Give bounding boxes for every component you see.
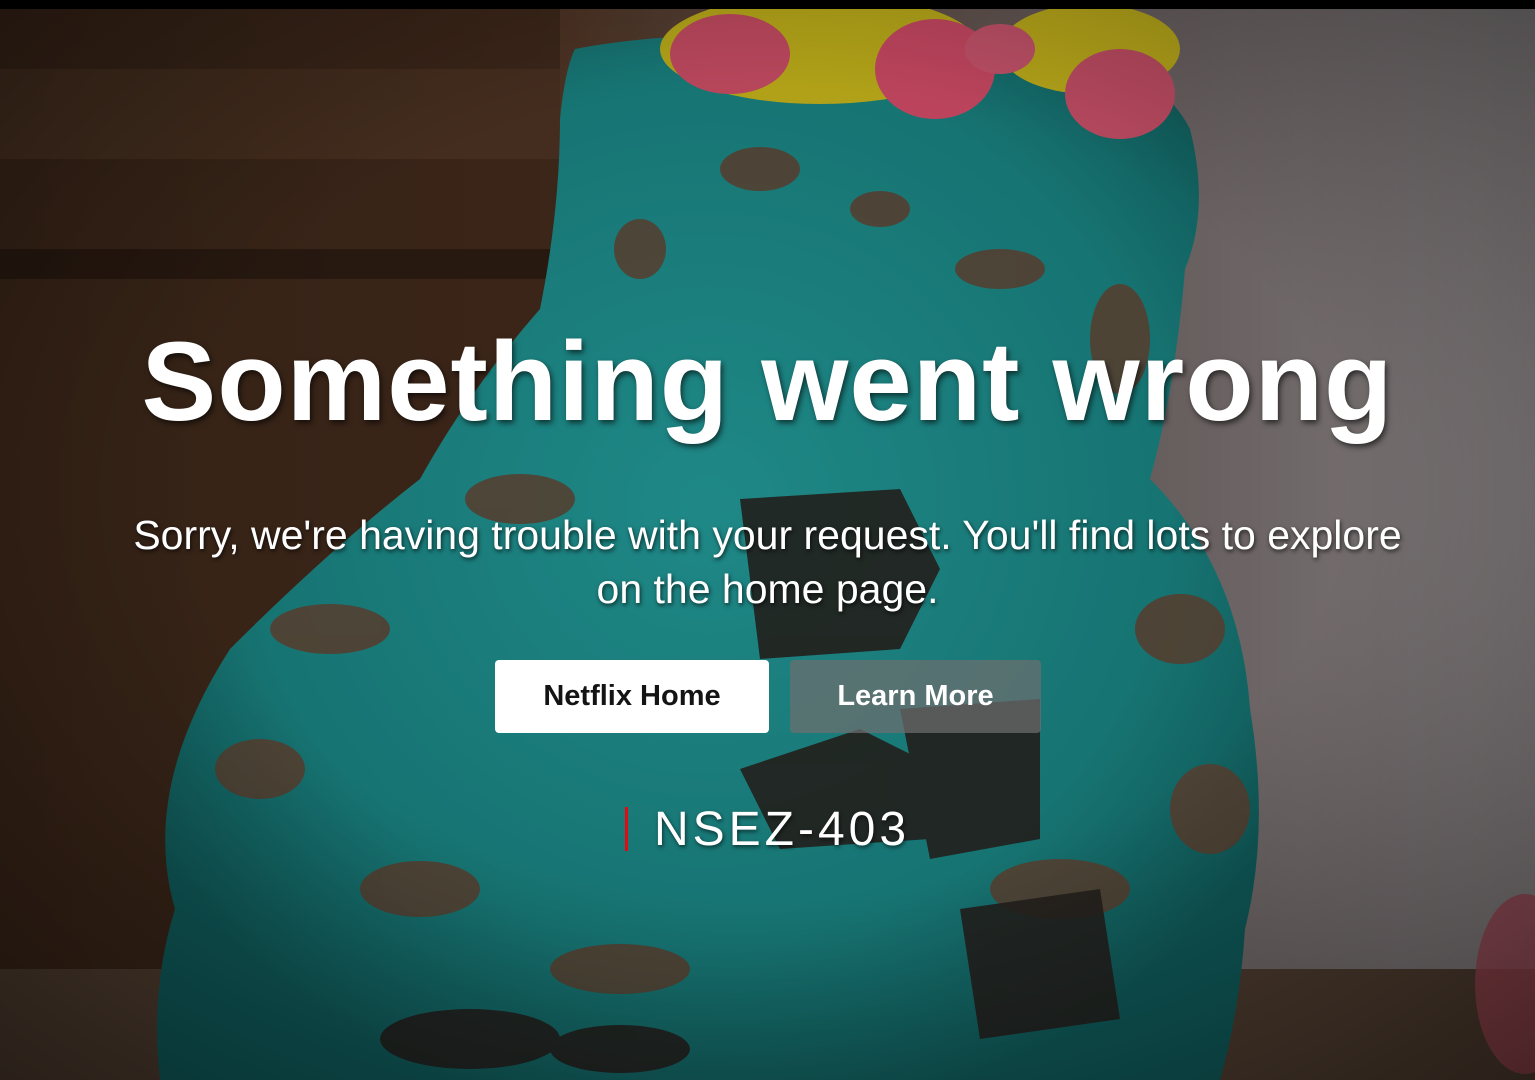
page-title: Something went wrong xyxy=(141,319,1394,444)
error-content: Something went wrong Sorry, we're having… xyxy=(0,0,1535,1080)
netflix-home-button[interactable]: Netflix Home xyxy=(495,660,769,733)
top-bar xyxy=(0,0,1535,9)
error-code: NSEZ-403 xyxy=(0,802,1535,857)
error-page: Something went wrong Sorry, we're having… xyxy=(0,0,1535,1080)
error-message: Sorry, we're having trouble with your re… xyxy=(133,512,1402,612)
learn-more-button[interactable]: Learn More xyxy=(790,660,1041,733)
error-code-text: NSEZ-403 xyxy=(653,803,911,856)
error-code-accent-bar xyxy=(624,807,628,851)
